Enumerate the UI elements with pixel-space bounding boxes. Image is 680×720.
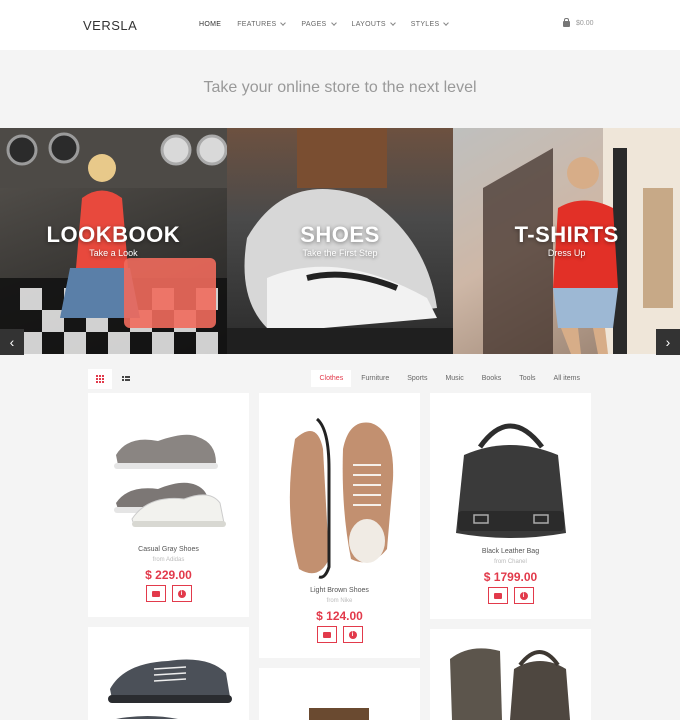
product-brand: from Adidas xyxy=(152,557,185,563)
product-image xyxy=(289,417,394,579)
product-card[interactable]: Casual Gray Shoes from Adidas $ 229.00 i xyxy=(88,393,249,617)
slide-title: T-SHIRTS xyxy=(514,222,619,247)
category-slider: LOOKBOOK Take a Look SHOES Take the Firs… xyxy=(0,128,680,354)
header: VERSLA HOME FEATURES PAGES LAYOUTS STYLE… xyxy=(0,0,680,50)
product-info-button[interactable]: i xyxy=(342,626,363,643)
info-icon: i xyxy=(177,589,186,598)
add-to-cart-button[interactable] xyxy=(487,587,508,604)
nav-styles[interactable]: STYLES xyxy=(410,20,450,28)
slide-lookbook[interactable]: LOOKBOOK Take a Look xyxy=(0,128,227,354)
product-price: $ 124.00 xyxy=(316,609,363,623)
logo[interactable]: VERSLA xyxy=(83,18,137,33)
chevron-down-icon xyxy=(443,20,450,26)
shopping-bag-icon xyxy=(322,631,331,638)
slide-subtitle: Take a Look xyxy=(89,248,138,258)
grid-icon xyxy=(96,375,104,383)
slider-prev-button[interactable]: ‹ xyxy=(0,329,24,355)
product-price: $ 1799.00 xyxy=(483,570,538,584)
chevron-right-icon: › xyxy=(665,334,671,350)
chevron-down-icon xyxy=(280,20,287,26)
filter-music[interactable]: Music xyxy=(437,370,471,387)
main-nav: HOME FEATURES PAGES LAYOUTS STYLES xyxy=(199,20,464,28)
product-price: $ 229.00 xyxy=(145,568,192,582)
info-icon: i xyxy=(348,630,357,639)
info-icon: i xyxy=(519,591,528,600)
nav-layouts[interactable]: LAYOUTS xyxy=(351,20,396,28)
product-card[interactable] xyxy=(88,627,249,720)
nav-features[interactable]: FEATURES xyxy=(237,20,287,28)
product-image xyxy=(108,659,232,719)
add-to-cart-button[interactable] xyxy=(145,585,166,602)
nav-pages[interactable]: PAGES xyxy=(301,20,337,28)
nav-home-label: HOME xyxy=(199,21,222,28)
product-name[interactable]: Light Brown Shoes xyxy=(259,587,420,594)
list-view-button[interactable] xyxy=(114,369,138,389)
slide-shoes[interactable]: SHOES Take the First Step xyxy=(226,128,454,354)
shopping-bag-icon xyxy=(493,592,502,599)
filter-tools[interactable]: Tools xyxy=(511,370,543,387)
nav-features-label: FEATURES xyxy=(237,21,277,28)
filter-books[interactable]: Books xyxy=(474,370,509,387)
filter-furniture[interactable]: Furniture xyxy=(353,370,397,387)
product-image xyxy=(450,648,570,720)
filter-all-items[interactable]: All items xyxy=(546,370,588,387)
slider-next-button[interactable]: › xyxy=(656,329,680,355)
slide-title: LOOKBOOK xyxy=(46,222,181,247)
product-info-button[interactable]: i xyxy=(513,587,534,604)
list-icon xyxy=(122,375,130,381)
product-image xyxy=(456,423,566,538)
product-brand: from Chanel xyxy=(494,559,527,565)
product-image xyxy=(309,708,369,720)
category-filters: Clothes Furniture Sports Music Books Too… xyxy=(309,370,588,387)
product-card[interactable]: Black Leather Bag from Chanel $ 1799.00 … xyxy=(430,393,591,619)
nav-styles-label: STYLES xyxy=(410,21,440,28)
product-name[interactable]: Black Leather Bag xyxy=(430,548,591,555)
view-toggle xyxy=(88,369,140,389)
product-info-button[interactable]: i xyxy=(171,585,192,602)
product-brand: from Nike xyxy=(326,598,353,604)
product-name[interactable]: Casual Gray Shoes xyxy=(88,546,249,553)
slide-tshirts[interactable]: T-SHIRTS Dress Up xyxy=(453,128,680,354)
nav-layouts-label: LAYOUTS xyxy=(351,21,386,28)
product-image xyxy=(114,434,226,527)
shopping-bag-icon xyxy=(563,17,570,27)
cart-button[interactable]: $0.00 xyxy=(563,17,594,27)
chevron-down-icon xyxy=(389,20,396,26)
nav-pages-label: PAGES xyxy=(301,21,327,28)
cart-total: $0.00 xyxy=(576,20,594,27)
slide-subtitle: Dress Up xyxy=(547,248,586,258)
nav-home[interactable]: HOME xyxy=(199,21,221,28)
product-card[interactable] xyxy=(259,668,420,720)
chevron-down-icon xyxy=(330,20,337,26)
grid-view-button[interactable] xyxy=(88,369,112,389)
filter-sports[interactable]: Sports xyxy=(399,370,435,387)
chevron-left-icon: ‹ xyxy=(9,334,15,350)
add-to-cart-button[interactable] xyxy=(316,626,337,643)
filter-clothes[interactable]: Clothes xyxy=(311,370,352,387)
tagline: Take your online store to the next level xyxy=(203,79,477,96)
slide-title: SHOES xyxy=(300,222,380,247)
product-card[interactable]: Light Brown Shoes from Nike $ 124.00 i xyxy=(259,393,420,658)
shopping-bag-icon xyxy=(151,590,160,597)
product-card[interactable] xyxy=(430,629,591,720)
slide-subtitle: Take the First Step xyxy=(302,248,378,258)
